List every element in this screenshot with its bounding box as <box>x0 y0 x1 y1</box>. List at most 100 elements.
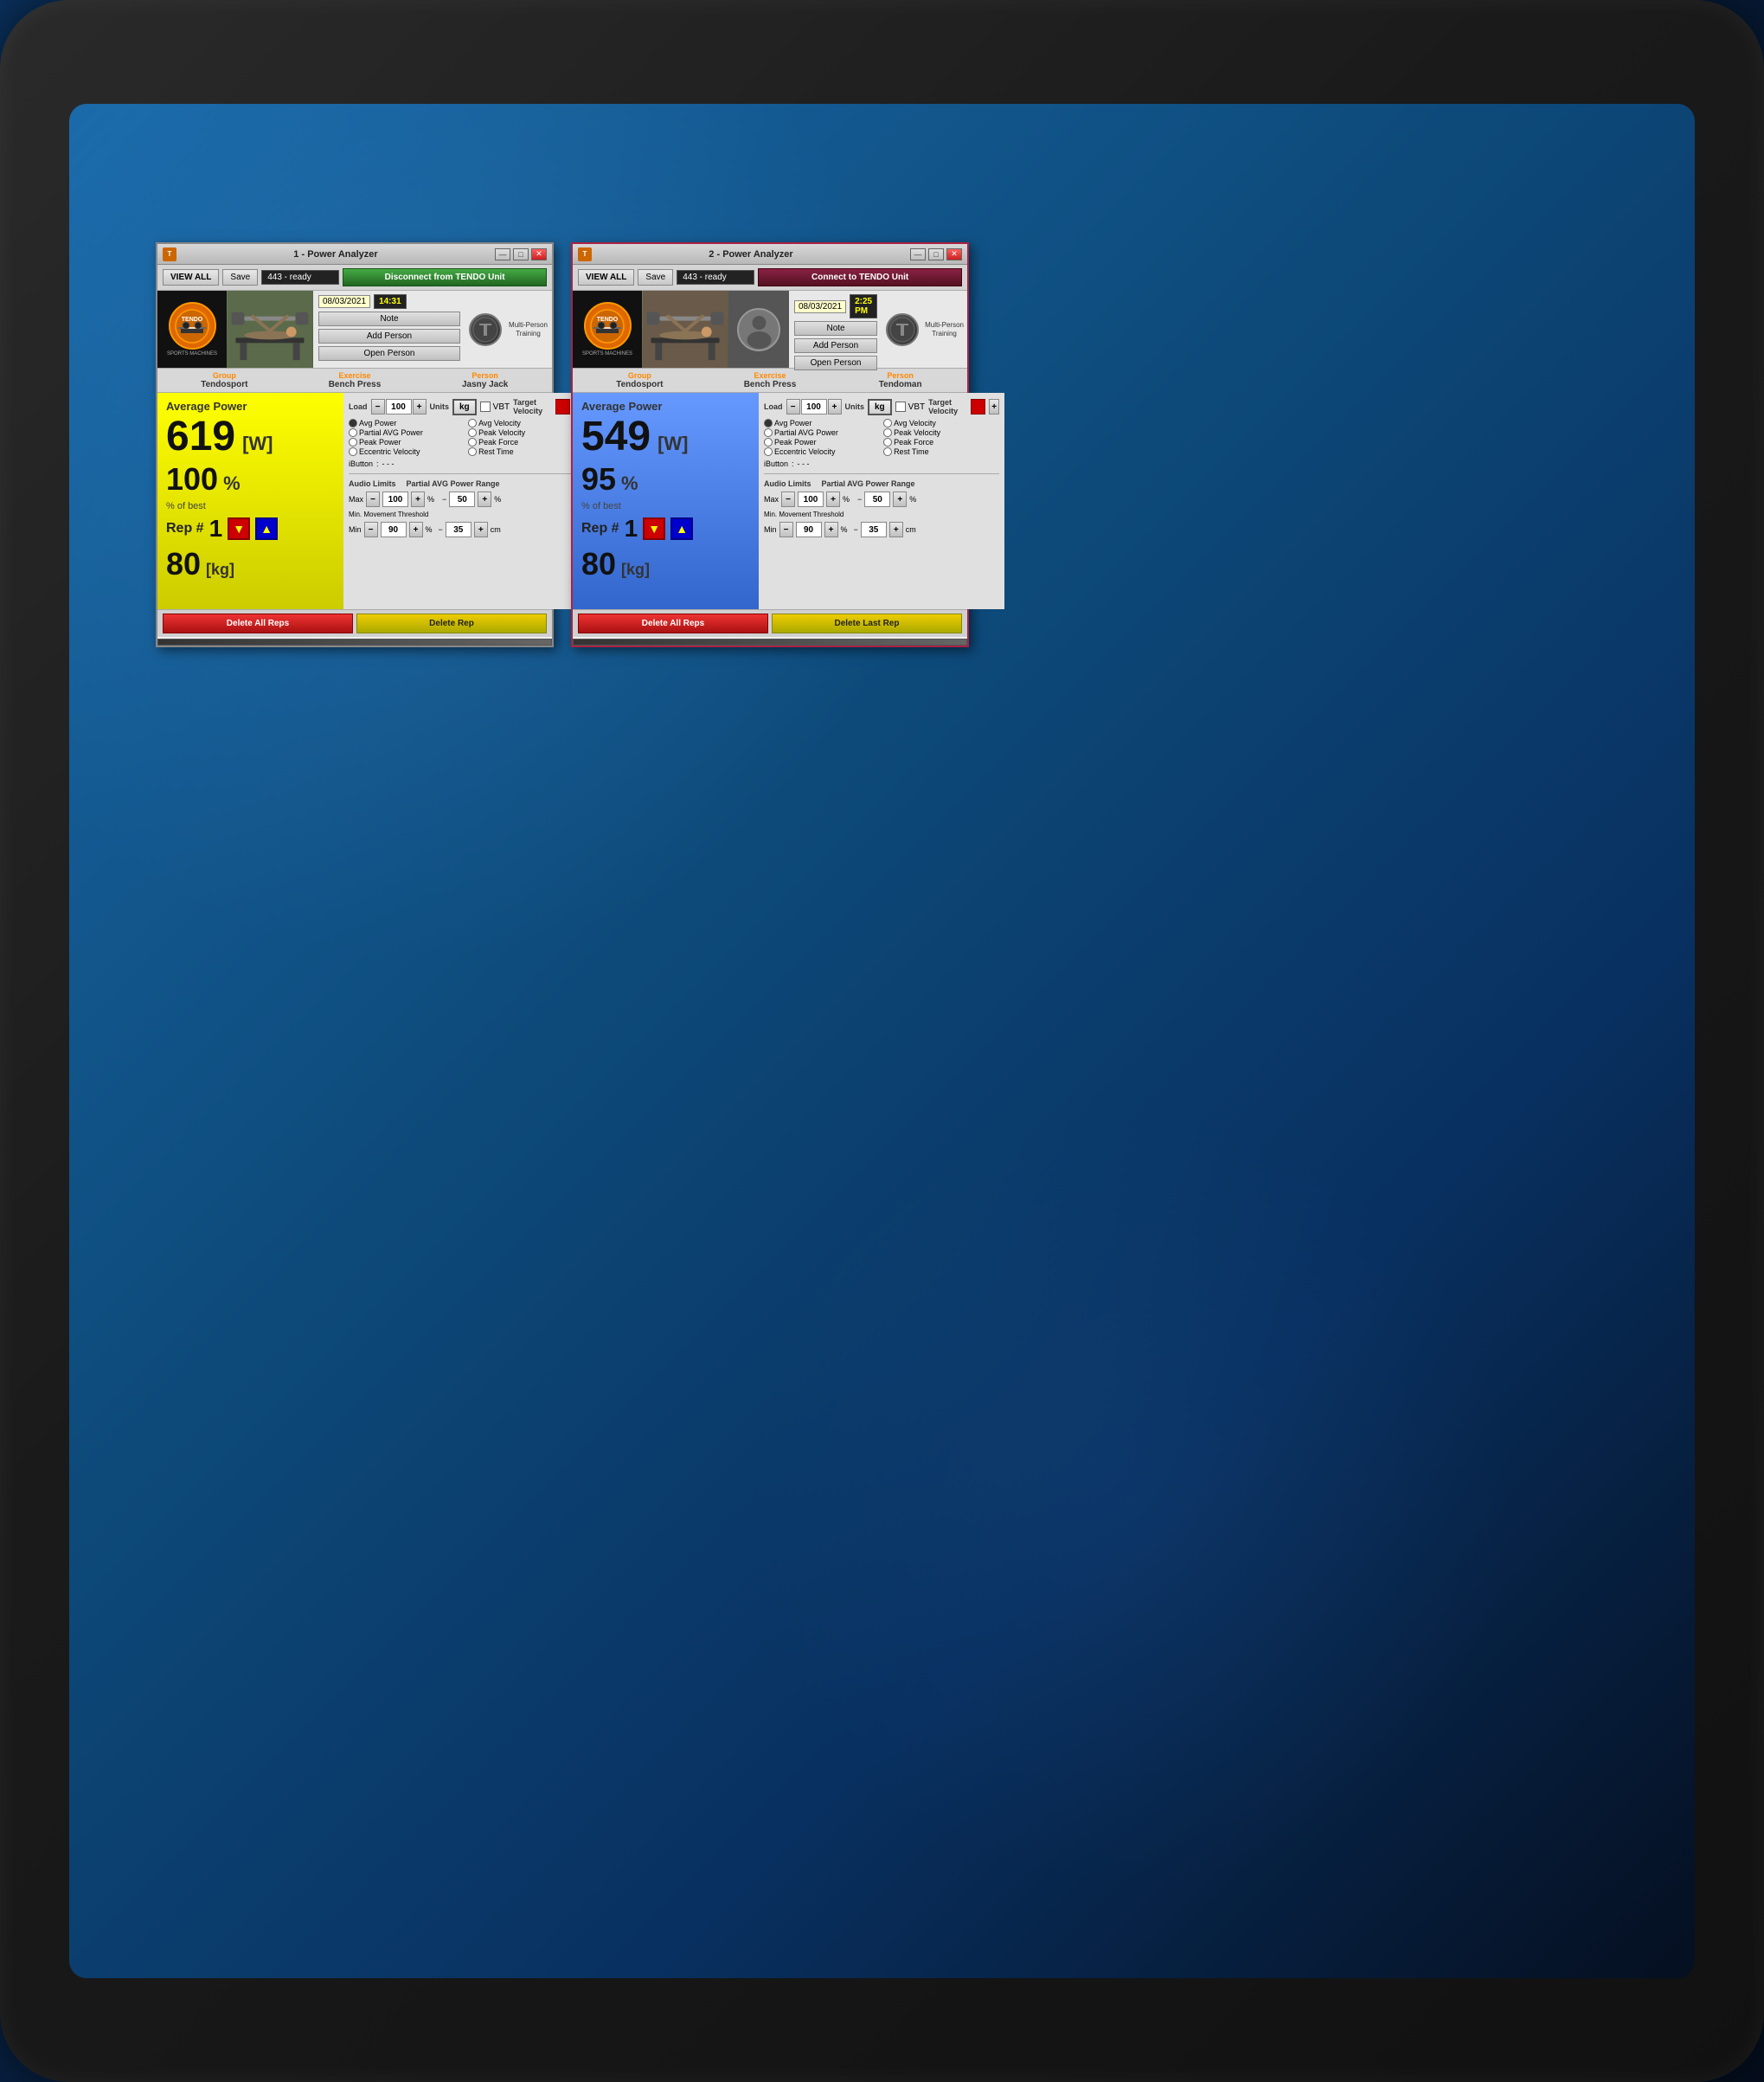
peak-force-radio-2[interactable] <box>883 438 892 447</box>
date-select-1[interactable]: 08/03/2021 <box>318 295 370 308</box>
rest-time-option-2[interactable]: Rest Time <box>883 447 999 456</box>
arrow-up-btn-2[interactable]: ▲ <box>670 517 693 540</box>
min-plus-2[interactable]: + <box>824 522 838 537</box>
peak-velocity-option-2[interactable]: Peak Velocity <box>883 428 999 437</box>
arrow-up-btn-1[interactable]: ▲ <box>255 517 278 540</box>
avg-power-option-2[interactable]: Avg Power <box>764 419 880 427</box>
target-vel-plus-2[interactable]: + <box>989 399 999 414</box>
load-value-2[interactable]: 100 <box>801 399 827 414</box>
connect-btn-1[interactable]: Disconnect from TENDO Unit <box>343 268 547 286</box>
eccentric-vel-radio-2[interactable] <box>764 447 773 456</box>
partial-avg-option-2[interactable]: Partial AVG Power <box>764 428 880 437</box>
load-minus-2[interactable]: − <box>786 399 800 414</box>
avg-power-option-1[interactable]: Avg Power <box>349 419 465 427</box>
avg-velocity-radio-2[interactable] <box>883 419 892 427</box>
load-minus-1[interactable]: − <box>371 399 385 414</box>
close-btn-1[interactable]: ✕ <box>531 248 547 260</box>
partial-range-value-2[interactable]: 50 <box>864 492 890 507</box>
save-btn-1[interactable]: Save <box>222 269 258 286</box>
rest-time-radio-2[interactable] <box>883 447 892 456</box>
connect-btn-2[interactable]: Connect to TENDO Unit <box>758 268 962 286</box>
add-person-btn-1[interactable]: Add Person <box>318 329 460 344</box>
max-minus-2[interactable]: − <box>781 492 795 507</box>
avg-velocity-radio-1[interactable] <box>468 419 477 427</box>
minimize-btn-1[interactable]: — <box>495 248 510 260</box>
rest-time-radio-1[interactable] <box>468 447 477 456</box>
eccentric-vel-option-2[interactable]: Eccentric Velocity <box>764 447 880 456</box>
max-plus-2[interactable]: + <box>826 492 840 507</box>
note-btn-2[interactable]: Note <box>794 321 877 336</box>
vbt-checkbox-2[interactable] <box>895 402 906 412</box>
min-value-2[interactable]: 90 <box>796 522 822 537</box>
delete-all-btn-2[interactable]: Delete All Reps <box>578 614 768 633</box>
unit-dropdown-1[interactable]: 443 - ready <box>261 270 339 285</box>
view-all-btn-2[interactable]: VIEW ALL <box>578 269 634 286</box>
peak-force-option-1[interactable]: Peak Force <box>468 438 584 447</box>
min-minus-2[interactable]: − <box>779 522 793 537</box>
delete-rep-btn-1[interactable]: Delete Rep <box>356 614 547 633</box>
load-plus-2[interactable]: + <box>828 399 842 414</box>
load-value-1[interactable]: 100 <box>386 399 412 414</box>
maximize-btn-2[interactable]: □ <box>928 248 944 260</box>
max-plus-1[interactable]: + <box>411 492 425 507</box>
threshold-value-2[interactable]: 35 <box>861 522 887 537</box>
min-plus-1[interactable]: + <box>409 522 423 537</box>
max-value-1[interactable]: 100 <box>382 492 408 507</box>
power-number-1: 619 <box>166 416 235 458</box>
partial-avg-radio-2[interactable] <box>764 428 773 437</box>
eccentric-vel-radio-1[interactable] <box>349 447 357 456</box>
partial-avg-radio-1[interactable] <box>349 428 357 437</box>
kg-btn-2[interactable]: kg <box>868 399 892 415</box>
arrow-down-btn-2[interactable]: ▼ <box>643 517 665 540</box>
delete-rep-btn-2[interactable]: Delete Last Rep <box>772 614 962 633</box>
add-person-btn-2[interactable]: Add Person <box>794 338 877 353</box>
avg-velocity-option-2[interactable]: Avg Velocity <box>883 419 999 427</box>
target-vel-input-1[interactable] <box>555 399 571 414</box>
partial-range-value-1[interactable]: 50 <box>449 492 475 507</box>
peak-power-option-1[interactable]: Peak Power <box>349 438 465 447</box>
max-value-2[interactable]: 100 <box>798 492 824 507</box>
note-btn-1[interactable]: Note <box>318 312 460 326</box>
avg-power-radio-2[interactable] <box>764 419 773 427</box>
target-vel-input-2[interactable] <box>971 399 986 414</box>
eccentric-vel-option-1[interactable]: Eccentric Velocity <box>349 447 465 456</box>
partial-plus-2[interactable]: + <box>893 492 907 507</box>
avg-power-radio-1[interactable] <box>349 419 357 427</box>
kg-btn-1[interactable]: kg <box>452 399 477 415</box>
save-btn-2[interactable]: Save <box>638 269 673 286</box>
avg-velocity-option-1[interactable]: Avg Velocity <box>468 419 584 427</box>
max-minus-1[interactable]: − <box>366 492 380 507</box>
peak-velocity-radio-2[interactable] <box>883 428 892 437</box>
open-person-btn-1[interactable]: Open Person <box>318 346 460 361</box>
arrow-down-btn-1[interactable]: ▼ <box>228 517 250 540</box>
close-btn-2[interactable]: ✕ <box>946 248 962 260</box>
peak-power-radio-1[interactable] <box>349 438 357 447</box>
partial-plus-1[interactable]: + <box>478 492 491 507</box>
open-person-btn-2[interactable]: Open Person <box>794 356 877 370</box>
peak-velocity-radio-1[interactable] <box>468 428 477 437</box>
minimize-btn-2[interactable]: — <box>910 248 926 260</box>
peak-force-radio-1[interactable] <box>468 438 477 447</box>
maximize-btn-1[interactable]: □ <box>513 248 529 260</box>
rest-time-option-1[interactable]: Rest Time <box>468 447 584 456</box>
peak-power-radio-2[interactable] <box>764 438 773 447</box>
threshold-value-1[interactable]: 35 <box>446 522 471 537</box>
peak-force-option-2[interactable]: Peak Force <box>883 438 999 447</box>
vbt-area-2: VBT <box>895 402 925 412</box>
min-value-1[interactable]: 90 <box>381 522 407 537</box>
date-select-2[interactable]: 08/03/2021 <box>794 300 846 313</box>
partial-avg-option-1[interactable]: Partial AVG Power <box>349 428 465 437</box>
min-controls-1: Min − 90 + % − 35 + cm <box>349 522 584 537</box>
threshold-plus-1[interactable]: + <box>474 522 488 537</box>
delete-all-btn-1[interactable]: Delete All Reps <box>163 614 353 633</box>
peak-velocity-option-1[interactable]: Peak Velocity <box>468 428 584 437</box>
info-row-2: TENDO SPORTS MACHINES <box>573 291 967 369</box>
load-plus-1[interactable]: + <box>413 399 427 414</box>
threshold-plus-2[interactable]: + <box>889 522 903 537</box>
window-1: T 1 - Power Analyzer — □ ✕ VIEW ALL Save… <box>156 242 554 647</box>
vbt-checkbox-1[interactable] <box>480 402 491 412</box>
view-all-btn-1[interactable]: VIEW ALL <box>163 269 219 286</box>
peak-power-option-2[interactable]: Peak Power <box>764 438 880 447</box>
unit-dropdown-2[interactable]: 443 - ready <box>677 270 754 285</box>
min-minus-1[interactable]: − <box>364 522 378 537</box>
